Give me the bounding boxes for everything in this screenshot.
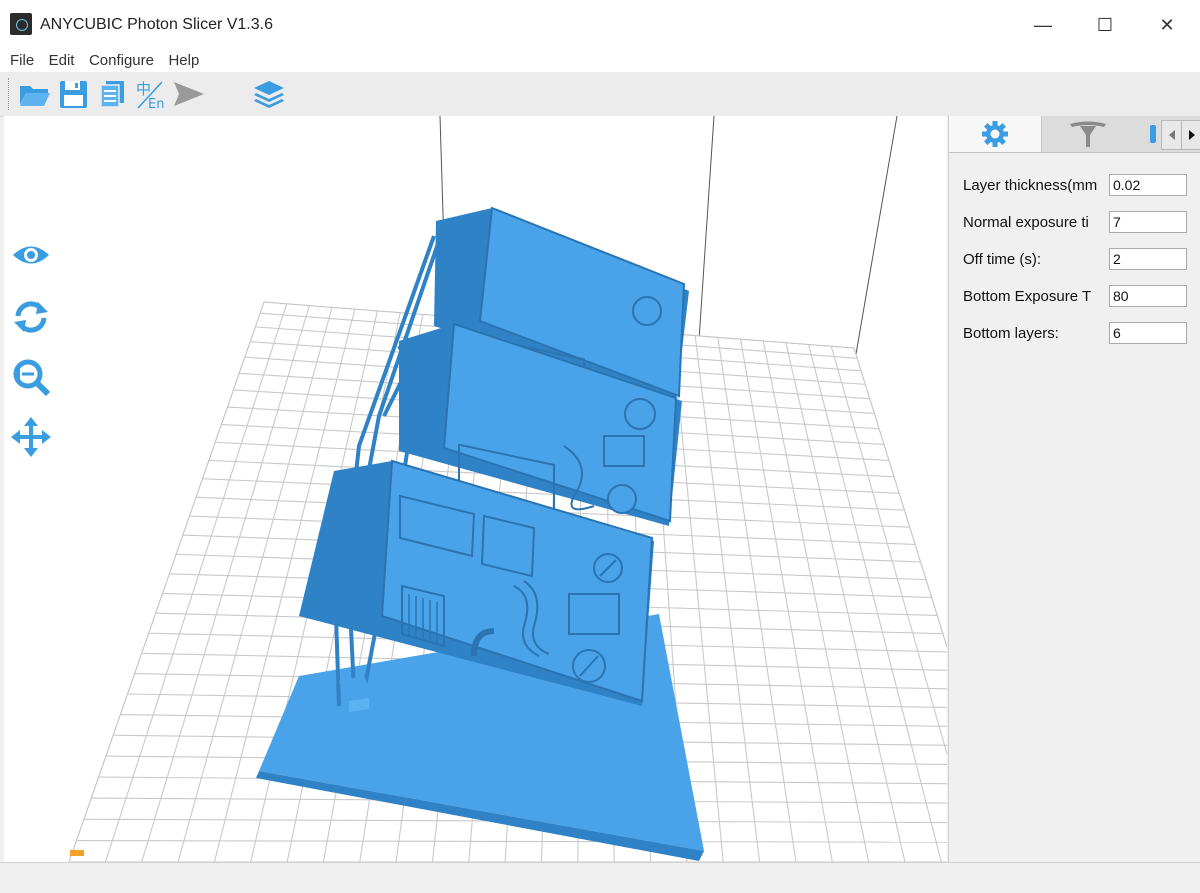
slice-icon[interactable] (96, 78, 130, 110)
zoom-icon[interactable] (10, 356, 52, 398)
close-button[interactable]: ✕ (1144, 8, 1190, 42)
bottom-exposure-label: Bottom Exposure T (963, 288, 1092, 305)
minimize-button[interactable]: — (1020, 8, 1066, 42)
status-bar (0, 862, 1200, 893)
menu-help[interactable]: Help (168, 52, 199, 69)
toolbar: 中 En (0, 72, 1200, 117)
field-layer-thickness: Layer thickness(mm (963, 174, 1189, 196)
menu-configure[interactable]: Configure (89, 52, 154, 69)
build-plate-scene[interactable] (4, 116, 947, 862)
move-icon[interactable] (10, 416, 52, 458)
field-bottom-exposure: Bottom Exposure T (963, 285, 1189, 307)
tab-scroll-left-button[interactable] (1161, 120, 1183, 150)
layer-thickness-label: Layer thickness(mm (963, 177, 1098, 194)
send-icon[interactable] (172, 78, 206, 110)
settings-panel: Layer thickness(mm Normal exposure ti Of… (948, 116, 1200, 862)
rotate-icon[interactable] (10, 296, 52, 338)
language-icon[interactable]: 中 En (134, 78, 168, 110)
toolbar-grip (8, 78, 11, 110)
panel-tabs (949, 116, 1200, 153)
layers-icon[interactable] (252, 78, 286, 110)
menu-bar: File Edit Configure Help (0, 50, 1200, 72)
window-title: ANYCUBIC Photon Slicer V1.3.6 (40, 16, 273, 33)
normal-exposure-input[interactable] (1109, 211, 1187, 233)
svg-text:En: En (148, 97, 164, 110)
open-folder-icon[interactable] (18, 78, 52, 110)
bottom-layers-label: Bottom layers: (963, 325, 1059, 342)
menu-file[interactable]: File (10, 52, 34, 69)
normal-exposure-label: Normal exposure ti (963, 214, 1089, 231)
tab-settings[interactable] (949, 116, 1042, 152)
field-bottom-layers: Bottom layers: (963, 322, 1189, 344)
3d-viewport[interactable] (4, 116, 947, 862)
title-bar: ANYCUBIC Photon Slicer V1.3.6 — ☐ ✕ (0, 0, 1200, 50)
settings-gear-icon (982, 121, 1008, 147)
layer-thickness-input[interactable] (1109, 174, 1187, 196)
app-window: ANYCUBIC Photon Slicer V1.3.6 — ☐ ✕ File… (0, 0, 1200, 893)
menu-edit[interactable]: Edit (49, 52, 75, 69)
eye-icon[interactable] (10, 234, 52, 276)
chevron-right-icon (1189, 130, 1195, 140)
tab-scroll-right-button[interactable] (1181, 120, 1200, 150)
bottom-layers-input[interactable] (1109, 322, 1187, 344)
field-off-time: Off time (s): (963, 248, 1189, 270)
partial-tab-icon (1150, 125, 1156, 143)
off-time-label: Off time (s): (963, 251, 1042, 268)
save-icon[interactable] (57, 78, 91, 110)
axis-marker (70, 850, 84, 856)
maximize-button[interactable]: ☐ (1082, 8, 1128, 42)
bottom-exposure-input[interactable] (1109, 285, 1187, 307)
chevron-left-icon (1169, 130, 1175, 140)
off-time-input[interactable] (1109, 248, 1187, 270)
field-normal-exposure: Normal exposure ti (963, 211, 1189, 233)
tab-supports[interactable] (1042, 116, 1134, 152)
tab-partial[interactable] (1135, 116, 1161, 152)
app-logo-icon (10, 13, 32, 35)
support-icon (1070, 121, 1106, 147)
